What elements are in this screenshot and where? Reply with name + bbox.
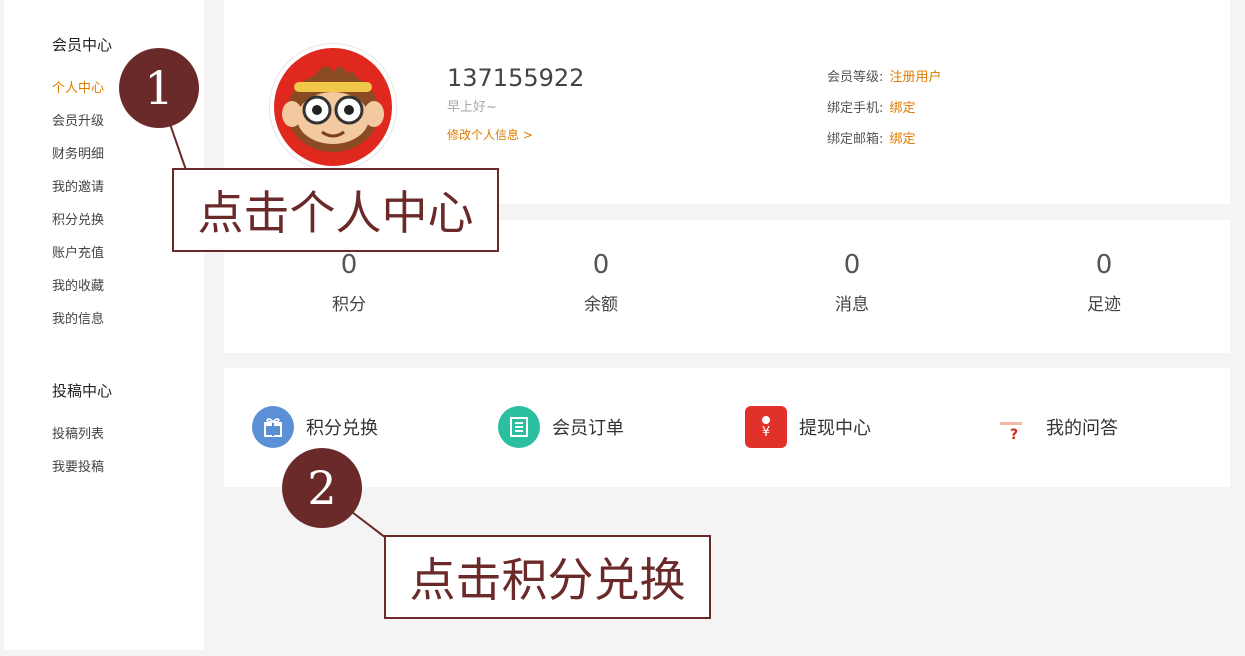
- submission-center-title: 投稿中心: [52, 382, 113, 400]
- svg-text:¥: ¥: [762, 425, 770, 440]
- stat-messages-value: 0: [843, 250, 861, 280]
- bind-phone-row: 绑定手机: 绑定: [827, 97, 916, 116]
- stat-points-value: 0: [340, 250, 358, 280]
- shortcut-withdraw-label: 提现中心: [799, 418, 871, 439]
- edit-profile-link[interactable]: 修改个人信息 >: [447, 126, 533, 143]
- step2-instruction: 点击积分兑换: [384, 535, 711, 619]
- stat-balance-label: 余额: [584, 295, 618, 315]
- stat-footprints-value: 0: [1095, 250, 1113, 280]
- stat-balance[interactable]: 0 余额: [541, 250, 661, 315]
- member-level-row: 会员等级: 注册用户: [827, 66, 942, 85]
- shortcut-withdraw[interactable]: ¥ 提现中心: [745, 406, 871, 448]
- order-list-icon: [498, 406, 540, 448]
- member-level-label: 会员等级:: [827, 70, 884, 85]
- monkey-avatar-icon: [274, 48, 392, 166]
- shortcut-points-exchange-label: 积分兑换: [306, 418, 378, 439]
- shortcut-my-qa-label: 我的问答: [1046, 418, 1118, 439]
- stat-messages-label: 消息: [835, 295, 869, 315]
- sidebar-item-messages[interactable]: 我的信息: [52, 308, 104, 327]
- bind-email-link[interactable]: 绑定: [890, 132, 916, 147]
- bind-email-row: 绑定邮箱: 绑定: [827, 128, 916, 147]
- svg-text:?: ?: [1010, 427, 1018, 442]
- greeting-text: 早上好~: [447, 100, 497, 115]
- step1-instruction: 点击个人中心: [172, 168, 499, 252]
- avatar[interactable]: [269, 43, 397, 171]
- stat-balance-value: 0: [592, 250, 610, 280]
- sidebar-item-submission-list[interactable]: 投稿列表: [52, 423, 104, 442]
- bind-email-label: 绑定邮箱:: [827, 132, 884, 147]
- stat-messages[interactable]: 0 消息: [792, 250, 912, 315]
- stat-footprints-label: 足迹: [1087, 295, 1121, 315]
- gift-icon: [252, 406, 294, 448]
- sidebar-item-member-upgrade[interactable]: 会员升级: [52, 110, 104, 129]
- member-level-value[interactable]: 注册用户: [890, 70, 942, 85]
- bind-phone-link[interactable]: 绑定: [890, 101, 916, 116]
- shortcut-member-orders[interactable]: 会员订单: [498, 406, 624, 448]
- sidebar-item-new-submission[interactable]: 我要投稿: [52, 456, 104, 475]
- sidebar-item-recharge[interactable]: 账户充值: [52, 242, 104, 261]
- shortcut-points-exchange[interactable]: 积分兑换: [252, 406, 378, 448]
- step2-number-badge: 2: [282, 448, 362, 528]
- sidebar-item-points-exchange[interactable]: 积分兑换: [52, 209, 104, 228]
- stat-points-label: 积分: [332, 295, 366, 315]
- shortcut-my-qa[interactable]: ? 我的问答: [992, 406, 1118, 448]
- sidebar-item-personal-center[interactable]: 个人中心: [52, 77, 104, 96]
- qa-icon: ?: [992, 406, 1034, 448]
- shortcut-member-orders-label: 会员订单: [552, 418, 624, 439]
- sidebar-item-favorites[interactable]: 我的收藏: [52, 275, 104, 294]
- username: 137155922: [447, 64, 585, 92]
- sidebar-item-invites[interactable]: 我的邀请: [52, 176, 104, 195]
- withdraw-icon: ¥: [745, 406, 787, 448]
- shortcuts-panel: 积分兑换 会员订单 ¥ 提现中心 ? 我的问答: [224, 368, 1230, 487]
- step2-connector-line: [351, 511, 387, 539]
- stat-footprints[interactable]: 0 足迹: [1044, 250, 1164, 315]
- member-center-title: 会员中心: [52, 36, 113, 54]
- sidebar-item-finance[interactable]: 财务明细: [52, 143, 104, 162]
- step1-number-badge: 1: [119, 48, 199, 128]
- stat-points[interactable]: 0 积分: [289, 250, 409, 315]
- bind-phone-label: 绑定手机:: [827, 101, 884, 116]
